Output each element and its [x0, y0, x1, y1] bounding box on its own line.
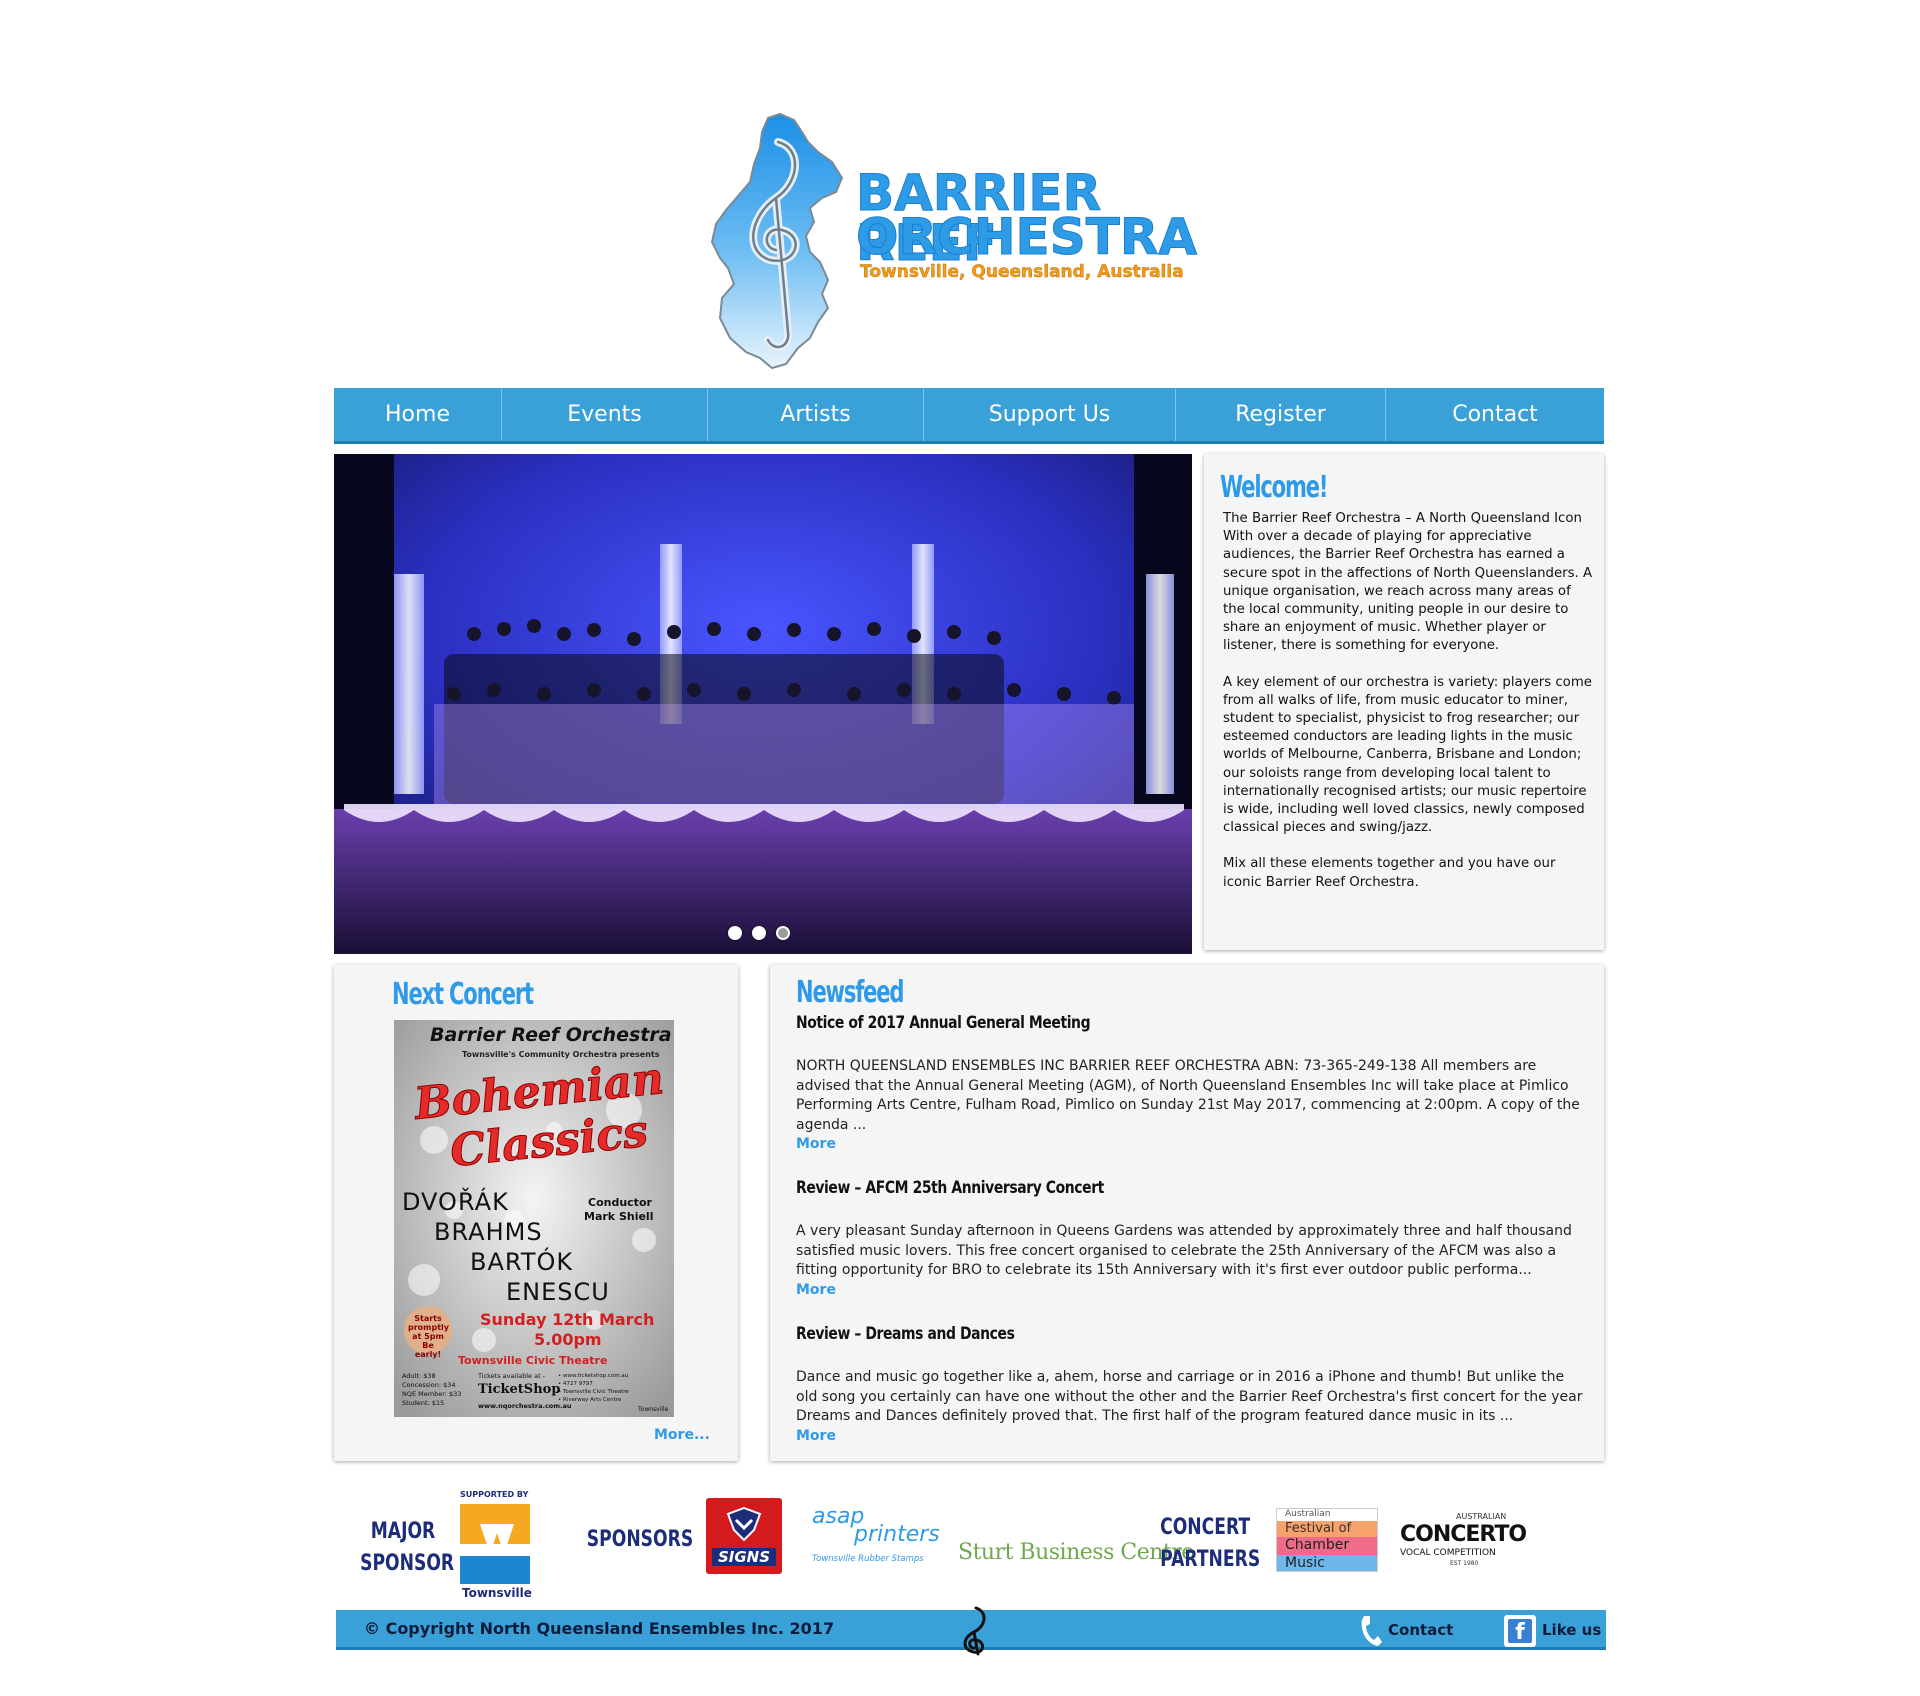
acvc-line4: EST 1980: [1450, 1560, 1479, 1567]
acvc-line2: CONCERTO: [1400, 1522, 1527, 1547]
poster-outlet-2: • 4727 9797: [558, 1381, 593, 1387]
main-nav: Home Events Artists Support Us Register …: [334, 388, 1604, 444]
site-logo[interactable]: BARRIER REEF ORCHESTRA Townsville, Queen…: [710, 112, 1230, 372]
nav-support-us[interactable]: Support Us: [924, 388, 1176, 441]
major-label-line2: SPONSOR: [360, 1551, 455, 1576]
orchestra-photo: [334, 454, 1192, 954]
welcome-text: The Barrier Reef Orchestra – A North Que…: [1223, 510, 1595, 910]
footer-like-link[interactable]: Like us: [1542, 1621, 1601, 1639]
welcome-paragraph-3: Mix all these elements together and you …: [1223, 856, 1556, 890]
slideshow[interactable]: [334, 454, 1192, 954]
afcm-line2: Festival of: [1277, 1521, 1377, 1537]
footer-contact-link[interactable]: Contact: [1388, 1621, 1453, 1639]
poster-start-note: Starts promptly at 5pm Be early!: [408, 1314, 450, 1359]
news-more-2[interactable]: More: [796, 1282, 836, 1298]
acvc-logo[interactable]: AUSTRALIAN CONCERTO VOCAL COMPETITION ES…: [1400, 1512, 1528, 1576]
poster-time: 5.00pm: [534, 1330, 602, 1349]
poster-composer-1: DVOŘÁK: [402, 1188, 509, 1216]
acvc-line1: AUSTRALIAN: [1456, 1512, 1507, 1521]
major-sponsor-label: MAJOR SPONSOR: [360, 1516, 455, 1580]
poster-composer-4: ENESCU: [506, 1278, 610, 1306]
nav-events[interactable]: Events: [502, 388, 708, 441]
poster-outlet-4: • Riverway Arts Centre: [558, 1397, 622, 1403]
nav-home[interactable]: Home: [334, 388, 502, 441]
poster-city: Townsville: [638, 1406, 669, 1413]
printers-text: printers: [854, 1522, 940, 1547]
afcm-line4: Music: [1277, 1555, 1377, 1571]
afcm-line1: Australian: [1277, 1509, 1377, 1521]
newsfeed-heading: Newsfeed: [796, 975, 904, 1010]
poster-venue: Townsville Civic Theatre: [458, 1354, 608, 1367]
treble-clef-footer-icon: [963, 1606, 986, 1656]
partners-line2: PARTNERS: [1160, 1547, 1261, 1572]
signs-text: SIGNS: [712, 1548, 776, 1566]
concert-partners-label: CONCERT PARTNERS: [1160, 1512, 1261, 1576]
news-title-3[interactable]: Review – Dreams and Dances: [796, 1324, 1015, 1344]
poster-prices: Adult: $38 Concession: $34 NQE Member: $…: [402, 1372, 461, 1408]
supported-by-text: SUPPORTED BY: [460, 1490, 529, 1499]
newsfeed-panel: Newsfeed Notice of 2017 Annual General M…: [770, 965, 1604, 1461]
next-concert-heading: Next Concert: [392, 977, 534, 1012]
welcome-panel: Welcome! The Barrier Reef Orchestra – A …: [1204, 454, 1604, 950]
nav-register[interactable]: Register: [1176, 388, 1386, 441]
news-body-1: NORTH QUEENSLAND ENSEMBLES INC BARRIER R…: [796, 1058, 1580, 1133]
poster-header: Barrier Reef Orchestra: [430, 1024, 672, 1046]
news-body-2: A very pleasant Sunday afternoon in Quee…: [796, 1223, 1572, 1278]
treble-clef-icon: [710, 112, 844, 370]
welcome-paragraph-2: A key element of our orchestra is variet…: [1223, 674, 1592, 836]
news-title-2[interactable]: Review – AFCM 25th Anniversary Concert: [796, 1178, 1104, 1198]
poster-outlet-3: • Townsville Civic Theatre: [558, 1389, 629, 1395]
acvc-line3: VOCAL COMPETITION: [1400, 1548, 1496, 1558]
poster-outlets: • www.ticketshop.com.au • 4727 9797 • To…: [558, 1372, 629, 1404]
nav-contact[interactable]: Contact: [1386, 388, 1604, 441]
afcm-logo[interactable]: Australian Festival of Chamber Music: [1276, 1508, 1378, 1572]
poster-date: Sunday 12th March: [480, 1310, 655, 1329]
slide-dot-3[interactable]: [776, 926, 790, 940]
news-more-3[interactable]: More: [796, 1428, 836, 1444]
asap-printers-logo[interactable]: asap printers Townsville Rubber Stamps: [812, 1504, 942, 1574]
townsville-text: Townsville: [462, 1586, 532, 1600]
news-more-1[interactable]: More: [796, 1136, 836, 1152]
site-footer: © Copyright North Queensland Ensembles I…: [336, 1606, 1606, 1656]
welcome-paragraph-1: The Barrier Reef Orchestra – A North Que…: [1223, 511, 1593, 654]
poster-price-member: NQE Member: $33: [402, 1390, 462, 1398]
signs-logo[interactable]: SIGNS: [706, 1498, 782, 1574]
phone-icon[interactable]: [1358, 1614, 1384, 1648]
poster-tickets: Tickets available at -: [478, 1372, 546, 1380]
poster-conductor-name: Mark Shiell: [584, 1210, 654, 1223]
poster-composer-2: BRAHMS: [434, 1218, 543, 1246]
major-label-line1: MAJOR: [370, 1519, 436, 1544]
sturt-business-centre-logo[interactable]: Sturt Business Centre: [958, 1540, 1194, 1565]
partners-line1: CONCERT: [1160, 1515, 1251, 1540]
sponsors-label: SPONSORS: [586, 1527, 694, 1552]
poster-conductor-label: Conductor: [588, 1196, 652, 1209]
next-concert-panel: Next Concert Barrier Reef Orchestra Town…: [334, 965, 738, 1461]
concert-more-link[interactable]: More...: [654, 1427, 710, 1443]
poster-price-adult: Adult: $38: [402, 1372, 436, 1380]
townsville-logo[interactable]: SUPPORTED BY Townsville: [456, 1488, 536, 1600]
eagle-icon: [726, 1506, 762, 1542]
poster-ticketshop: TicketShop: [478, 1382, 561, 1397]
logo-tagline: Townsville, Queensland, Australia: [860, 262, 1184, 282]
welcome-heading: Welcome!: [1220, 470, 1328, 505]
sponsors-bar: MAJOR SPONSOR SUPPORTED BY Townsville SP…: [334, 1488, 1606, 1606]
slide-dot-2[interactable]: [752, 926, 766, 940]
news-body-3: Dance and music go together like a, ahem…: [796, 1369, 1583, 1424]
slide-dot-1[interactable]: [728, 926, 742, 940]
afcm-line3: Chamber: [1277, 1537, 1377, 1555]
news-title-1[interactable]: Notice of 2017 Annual General Meeting: [796, 1013, 1091, 1033]
logo-line2: ORCHESTRA: [855, 208, 1198, 266]
nav-artists[interactable]: Artists: [708, 388, 924, 441]
townsville-emblem: [460, 1504, 530, 1584]
copyright-text: © Copyright North Queensland Ensembles I…: [364, 1619, 835, 1638]
poster-outlet-1: • www.ticketshop.com.au: [558, 1373, 629, 1379]
poster-composer-3: BARTÓK: [470, 1248, 574, 1276]
rubber-stamps-text: Townsville Rubber Stamps: [812, 1554, 924, 1564]
poster-price-student: Student: $15: [402, 1399, 445, 1407]
poster-price-concession: Concession: $34: [402, 1381, 456, 1389]
facebook-icon[interactable]: f: [1504, 1615, 1536, 1647]
concert-poster[interactable]: Barrier Reef Orchestra Townsville's Comm…: [394, 1020, 674, 1417]
slideshow-dots: [728, 926, 790, 940]
